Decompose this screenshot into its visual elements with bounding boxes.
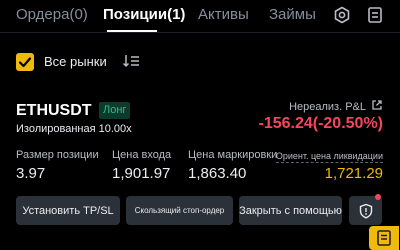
floating-notes-button[interactable] <box>369 226 399 250</box>
liquidation-price-label[interactable]: Ориент. цена ликвидации <box>275 151 383 163</box>
tab-loans[interactable]: Займы <box>269 6 316 23</box>
close-by-button[interactable]: Закрыть с помощью <box>239 196 342 225</box>
shield-button[interactable] <box>349 196 382 225</box>
positions-panel: Ордера(0) Позиции(1) Активы Займы Все ры… <box>0 0 400 250</box>
position-size-label: Размер позиции <box>16 149 99 161</box>
unrealized-pnl-label: Нереализ. P&L <box>289 101 366 113</box>
mark-price-label: Цена маркировки <box>188 149 278 161</box>
side-badge: Лонг <box>99 102 131 119</box>
entry-price-label: Цена входа <box>112 149 172 161</box>
tab-orders[interactable]: Ордера(0) <box>16 6 88 23</box>
shield-icon <box>359 203 372 219</box>
position-size-value: 3.97 <box>16 165 46 182</box>
margin-mode: Изолированная 10.00x <box>16 123 132 135</box>
entry-price-value: 1,901.97 <box>112 165 171 182</box>
document-icon[interactable] <box>366 6 384 24</box>
all-markets-checkbox[interactable] <box>16 53 34 71</box>
tab-assets[interactable]: Активы <box>198 6 249 23</box>
notification-dot <box>375 194 381 200</box>
all-markets-label[interactable]: Все рынки <box>44 54 107 69</box>
sort-icon[interactable] <box>122 53 140 69</box>
settings-icon[interactable] <box>333 6 351 24</box>
mark-price-value: 1,863.40 <box>188 165 247 182</box>
notebook-icon <box>377 230 391 246</box>
tab-positions[interactable]: Позиции(1) <box>103 6 185 23</box>
share-icon[interactable] <box>371 99 383 111</box>
position-symbol[interactable]: ETHUSDT <box>16 102 92 120</box>
trailing-stop-button[interactable]: Скользящий стоп-ордер <box>126 196 233 225</box>
liquidation-price-value: 1,721.29 <box>324 165 383 182</box>
tab-divider <box>0 32 400 33</box>
tab-bar: Ордера(0) Позиции(1) Активы Займы <box>0 0 400 32</box>
unrealized-pnl-value: -156.24(-20.50%) <box>258 115 383 132</box>
set-tp-sl-button[interactable]: Установить TP/SL <box>16 196 120 225</box>
checkmark-icon <box>18 57 32 68</box>
